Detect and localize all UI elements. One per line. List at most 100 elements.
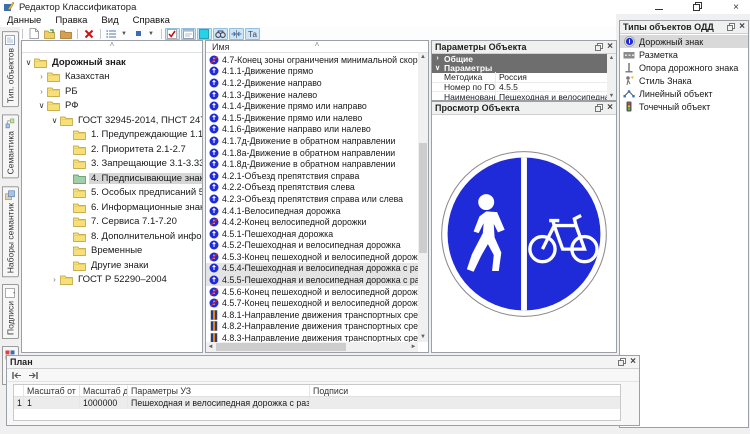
side-tab-0[interactable]: Тип. объектов — [2, 31, 19, 107]
tree-item[interactable]: 2. Приоритета 2.1-2.7 — [22, 142, 202, 157]
close-panel-icon[interactable]: × — [739, 22, 745, 32]
expand-row-icon[interactable] — [27, 371, 38, 380]
menu-item-3[interactable]: Справка — [126, 15, 177, 26]
list-item[interactable]: 4.2.2-Объезд препятствия слева — [206, 182, 418, 194]
tree-item[interactable]: 1. Предупреждающие 1.1-1.34.3 — [22, 128, 202, 143]
list-item[interactable]: 4.5.2-Пешеходная и велосипедная дорожка — [206, 240, 418, 252]
chevron-down-icon[interactable]: ▼ — [148, 31, 154, 37]
param-field[interactable]: НаименованиеПешеходная и велосипедная до… — [432, 92, 607, 100]
param-value[interactable]: Россия — [496, 72, 607, 82]
chevron-collapsed-icon[interactable]: › — [37, 87, 46, 96]
side-tab-3[interactable]: ПодписиT — [2, 284, 19, 339]
new-button[interactable] — [26, 28, 41, 40]
scrollbar-thumb[interactable] — [216, 343, 346, 351]
plan-column-header[interactable]: Подписи — [310, 385, 620, 396]
scroll-right-icon[interactable]: ► — [409, 342, 418, 352]
plan-column-header[interactable]: Масштаб до — [80, 385, 128, 396]
param-group-collapsed[interactable]: ›Общие — [432, 54, 607, 64]
plan-cell[interactable]: 1000000 — [80, 397, 128, 409]
float-panel-icon[interactable] — [595, 104, 603, 112]
tree-column-header[interactable]: ˄ — [22, 41, 202, 53]
list-item[interactable]: 4.1.8д-Движение в обратном направлении — [206, 158, 418, 170]
tree-item[interactable]: Другие знаки — [22, 258, 202, 273]
restore-button[interactable] — [693, 4, 700, 11]
params-scrollbar[interactable]: ▲ ▼ — [607, 54, 616, 100]
scroll-up-icon[interactable]: ▲ — [418, 53, 428, 62]
tree-item[interactable]: 8. Дополнительной информации 8.1.1-8.24 — [22, 229, 202, 244]
object-type-item[interactable]: Дорожный знак — [620, 35, 748, 48]
list-horizontal-scrollbar[interactable]: ◄ ► — [206, 342, 418, 352]
list-item[interactable]: 4.8.3-Направление движения транспортных … — [206, 332, 418, 342]
plan-row-header[interactable]: 1 — [14, 397, 24, 409]
list-item[interactable]: 4.4.1-Велосипедная дорожка — [206, 205, 418, 217]
close-panel-icon[interactable]: × — [630, 357, 636, 367]
menu-item-0[interactable]: Данные — [0, 15, 48, 26]
list-column-header[interactable]: Имя ˄ — [206, 41, 428, 53]
object-type-item[interactable]: Точечный объект — [620, 100, 748, 113]
chevron-collapsed-icon[interactable]: › — [434, 55, 441, 62]
plan-cell[interactable]: 1 — [24, 397, 80, 409]
chevron-expanded-icon[interactable]: ∨ — [37, 101, 46, 110]
menu-item-1[interactable]: Правка — [48, 15, 94, 26]
scroll-down-icon[interactable]: ▼ — [607, 93, 616, 99]
scrollbar-thumb[interactable] — [419, 143, 427, 253]
float-panel-icon[interactable] — [618, 358, 626, 366]
list-dropdown-button[interactable]: ▼ — [104, 28, 129, 40]
close-panel-icon[interactable]: × — [607, 42, 613, 52]
plan-column-header[interactable]: Параметры УЗ — [128, 385, 310, 396]
chevron-expanded-icon[interactable]: ∨ — [24, 58, 33, 67]
list-item[interactable]: 4.1.4-Движение прямо или направо — [206, 100, 418, 112]
tree-item[interactable]: 4. Предписывающие знаки 4.1.1-4.8.3 — [22, 171, 202, 186]
side-tab-2[interactable]: Наборы семантик — [2, 186, 19, 277]
list-item[interactable]: 4.5.1-Пешеходная дорожка — [206, 228, 418, 240]
form-toggle-button[interactable] — [181, 28, 196, 40]
highlight-toggle-button[interactable] — [197, 28, 212, 40]
chevron-expanded-icon[interactable]: ∨ — [50, 116, 59, 125]
list-item[interactable]: 4.5.3-Конец пешеходной и велосипедной до… — [206, 251, 418, 263]
label-toggle-button[interactable]: Та — [245, 28, 260, 40]
param-value[interactable]: 4.5.5 — [496, 82, 607, 92]
list-item[interactable]: 4.1.8а-Движение в обратном направлении — [206, 147, 418, 159]
list-item[interactable]: 4.1.6-Движение направо или налево — [206, 124, 418, 136]
scroll-left-icon[interactable]: ◄ — [206, 342, 215, 352]
object-type-item[interactable]: Опора дорожного знака — [620, 61, 748, 74]
plan-cell[interactable]: Пешеходная и велосипедная дорожка с разд… — [128, 397, 310, 409]
list-item[interactable]: 4.7-Конец зоны ограничения минимальной с… — [206, 54, 418, 66]
list-item[interactable]: 4.1.3-Движение налево — [206, 89, 418, 101]
list-item[interactable]: 4.8.1-Направление движения транспортных … — [206, 309, 418, 321]
list-item[interactable]: 4.1.2-Движение направо — [206, 77, 418, 89]
list-item[interactable]: 4.5.7-Конец пешеходной и велосипедной до… — [206, 297, 418, 309]
tree-item[interactable]: 5. Особых предписаний 5.1-5.34 — [22, 186, 202, 201]
chevron-collapsed-icon[interactable]: › — [50, 275, 59, 284]
list-item[interactable]: 4.1.7д-Движение в обратном направлении — [206, 135, 418, 147]
menu-item-2[interactable]: Вид — [94, 15, 125, 26]
chevron-expanded-icon[interactable]: ∨ — [434, 64, 441, 72]
plan-cell[interactable] — [310, 397, 620, 409]
list-item[interactable]: 4.5.6-Конец пешеходной и велосипедной до… — [206, 286, 418, 298]
list-item[interactable]: 4.1.5-Движение прямо или налево — [206, 112, 418, 124]
list-item[interactable]: 4.1.1-Движение прямо — [206, 66, 418, 78]
chevron-collapsed-icon[interactable]: › — [37, 72, 46, 81]
validate-toggle-button[interactable] — [165, 28, 180, 40]
chevron-down-icon[interactable]: ▼ — [121, 31, 127, 37]
tree-item[interactable]: Временные — [22, 244, 202, 259]
list-vertical-scrollbar[interactable]: ▲ ▼ — [418, 53, 428, 342]
tree-item[interactable]: ∨Дорожный знак — [22, 55, 202, 70]
minimize-button[interactable] — [655, 5, 663, 10]
delete-button[interactable] — [81, 28, 96, 40]
close-button[interactable]: × — [730, 1, 742, 13]
object-type-item[interactable]: Стиль Знака — [620, 74, 748, 87]
list-item[interactable]: 4.5.4-Пешеходная и велосипедная дорожка … — [206, 263, 418, 275]
tree-item[interactable]: ›ГОСТ Р 52290–2004 — [22, 273, 202, 288]
float-panel-icon[interactable] — [595, 43, 603, 51]
scroll-down-icon[interactable]: ▼ — [418, 333, 428, 342]
tree-item[interactable]: 3. Запрещающие 3.1-3.33 — [22, 157, 202, 172]
object-type-item[interactable]: Линейный объект — [620, 87, 748, 100]
list-item[interactable]: 4.8.2-Направление движения транспортных … — [206, 321, 418, 333]
open-button[interactable] — [42, 28, 57, 40]
float-panel-icon[interactable] — [727, 23, 735, 31]
param-value[interactable]: Пешеходная и велосипедная дорожка с ... — [496, 92, 607, 100]
close-panel-icon[interactable]: × — [607, 103, 613, 113]
tree-item[interactable]: 6. Информационные знаки 6.1-6.21.2 — [22, 200, 202, 215]
scroll-up-icon[interactable]: ▲ — [607, 55, 616, 61]
